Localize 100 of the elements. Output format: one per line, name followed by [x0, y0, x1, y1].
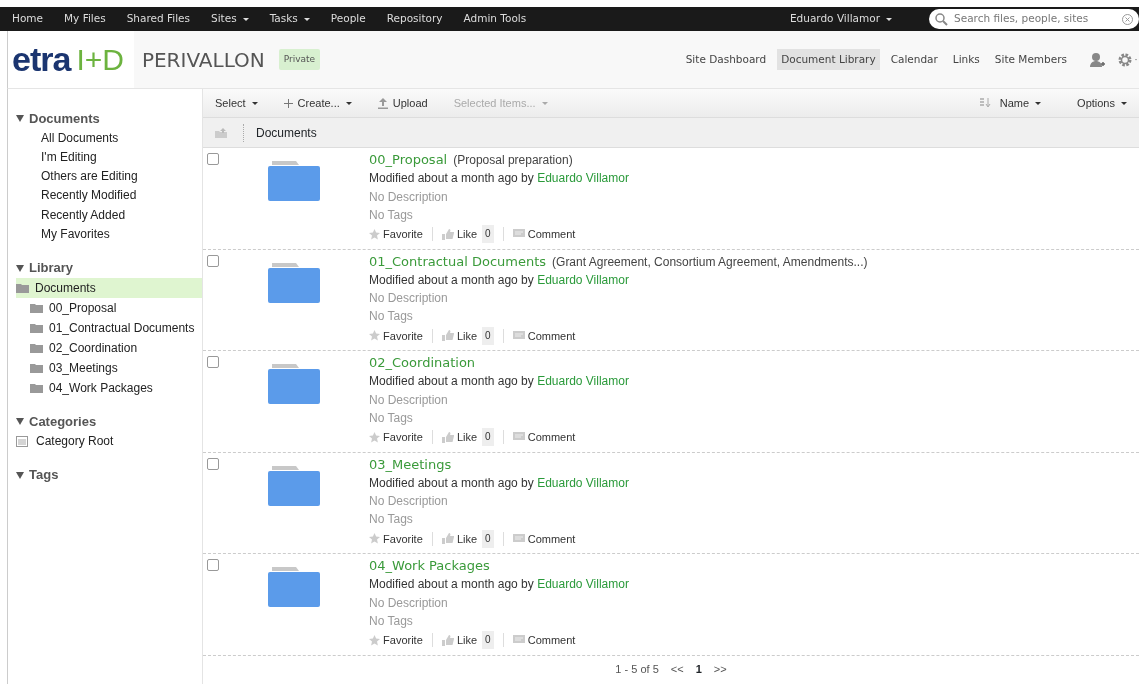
nav-link[interactable]: My Files [64, 11, 106, 27]
like-link[interactable]: Like [441, 225, 478, 244]
nav-link[interactable]: Shared Files [126, 11, 190, 27]
site-nav-tab[interactable]: Links [948, 48, 984, 71]
expand-toggle-icon[interactable] [16, 471, 24, 479]
visibility-badge: Private [278, 48, 321, 71]
favorite-link[interactable]: Favorite [369, 428, 423, 447]
comment-link[interactable]: Comment [512, 529, 576, 548]
nav-link[interactable]: Home [12, 11, 43, 27]
filter-link[interactable]: My Favorites [16, 225, 202, 245]
logo-text: etra [12, 39, 71, 80]
thumbs-up-icon [441, 228, 454, 240]
star-icon [369, 431, 380, 443]
user-link[interactable]: Eduardo Villamor [537, 374, 629, 389]
nav-link[interactable]: Admin Tools [463, 11, 527, 27]
search-box[interactable]: Search files, people, sites [929, 9, 1139, 29]
sort-icon [979, 98, 992, 108]
tags-text: No Tags [369, 612, 414, 630]
expand-toggle-icon[interactable] [16, 264, 24, 272]
filter-link[interactable]: Recently Modified [16, 186, 202, 206]
tags-text: No Tags [369, 308, 414, 326]
nav-link[interactable]: Repository [386, 11, 443, 27]
row-checkbox[interactable] [207, 254, 219, 267]
folder-icon [268, 262, 320, 303]
row-checkbox[interactable] [207, 356, 219, 368]
tree-item[interactable]: Documents [16, 277, 202, 298]
clear-icon [1122, 13, 1133, 25]
row-checkbox[interactable] [207, 457, 219, 470]
like-link[interactable]: Like [441, 529, 478, 548]
comment-icon [512, 635, 525, 646]
filter-link[interactable]: Others are Editing [16, 167, 202, 187]
expand-toggle-icon[interactable] [16, 115, 24, 123]
comment-icon [512, 229, 525, 240]
folder-title: (Grant Agreement, Consortium Agreement, Amendments...) [552, 254, 868, 269]
comment-icon [512, 533, 525, 544]
folder-icon [16, 282, 29, 293]
options-button[interactable]: Options [1077, 94, 1127, 112]
description-text: No Description [369, 290, 449, 308]
previous-page-link[interactable]: << [670, 661, 684, 678]
comment-link[interactable]: Comment [512, 225, 576, 244]
nav-link[interactable]: People [330, 11, 366, 27]
filter-link[interactable]: I'm Editing [16, 147, 202, 168]
folder-name-link[interactable]: 00_Proposal [369, 152, 448, 167]
description-text: No Description [369, 493, 449, 511]
toolbar-button[interactable]: Select [215, 94, 258, 112]
comment-link[interactable]: Comment [512, 428, 576, 447]
like-link[interactable]: Like [441, 631, 478, 650]
folder-name-link[interactable]: 04_Work Packages [369, 558, 490, 573]
folder-name-link[interactable]: 03_Meetings [369, 456, 452, 472]
row-checkbox[interactable] [207, 153, 219, 165]
user-menu[interactable]: Eduardo Villamor [789, 11, 892, 27]
nav-link[interactable]: Sites [211, 11, 249, 27]
sort-button[interactable]: Name [979, 94, 1042, 112]
folder-icon [268, 567, 320, 607]
category-icon [16, 435, 28, 447]
tree-item[interactable]: 04_Work Packages [16, 377, 202, 398]
comment-icon [512, 432, 525, 443]
toolbar-button[interactable]: Upload [377, 94, 428, 112]
favorite-link[interactable]: Favorite [369, 326, 423, 345]
comment-link[interactable]: Comment [512, 326, 576, 345]
like-link[interactable]: Like [441, 326, 478, 345]
modified-text: Modified about a month ago by [369, 171, 534, 186]
folder-title: (Proposal preparation) [453, 153, 573, 167]
folder-name-link[interactable]: 01_Contractual Documents [369, 253, 547, 269]
favorite-link[interactable]: Favorite [369, 529, 423, 548]
user-link[interactable]: Eduardo Villamor [537, 475, 629, 490]
thumbs-up-icon [441, 330, 454, 342]
modified-text: Modified about a month ago by [369, 577, 534, 592]
folder-icon [30, 302, 43, 313]
tree-item[interactable]: 02_Coordination [16, 337, 202, 358]
like-count: 0 [482, 529, 494, 548]
row-checkbox[interactable] [207, 559, 219, 571]
site-nav-tab[interactable]: Calendar [886, 48, 942, 71]
folder-name-link[interactable]: 02_Coordination [369, 355, 476, 370]
comment-link[interactable]: Comment [512, 631, 576, 650]
folder-icon [30, 382, 43, 393]
site-nav-tab[interactable]: Site Dashboard [681, 48, 771, 71]
category-item[interactable]: Category Root [16, 431, 202, 452]
description-text: No Description [369, 188, 449, 206]
expand-toggle-icon[interactable] [16, 418, 24, 426]
site-title: PERIVALLON [141, 46, 265, 74]
page-link[interactable]: 1 [695, 661, 702, 678]
nav-link[interactable]: Tasks [269, 11, 310, 27]
tree-item[interactable]: 01_Contractual Documents [16, 317, 202, 338]
site-nav-tab[interactable]: Document Library [777, 48, 880, 71]
filter-link[interactable]: All Documents [16, 128, 202, 148]
site-nav-tab[interactable]: Site Members [990, 48, 1071, 71]
filter-link[interactable]: Recently Added [16, 205, 202, 225]
tree-item[interactable]: 03_Meetings [16, 357, 202, 378]
user-link[interactable]: Eduardo Villamor [537, 577, 629, 592]
folder-icon [30, 342, 43, 353]
user-link[interactable]: Eduardo Villamor [537, 171, 629, 186]
user-link[interactable]: Eduardo Villamor [537, 272, 629, 287]
favorite-link[interactable]: Favorite [369, 225, 423, 244]
tree-item[interactable]: 00_Proposal [16, 297, 202, 318]
like-link[interactable]: Like [441, 428, 478, 447]
breadcrumb-link[interactable]: Documents [256, 123, 317, 142]
next-page-link[interactable]: >> [713, 661, 727, 678]
toolbar-button[interactable]: Create... [283, 94, 352, 112]
favorite-link[interactable]: Favorite [369, 631, 423, 650]
